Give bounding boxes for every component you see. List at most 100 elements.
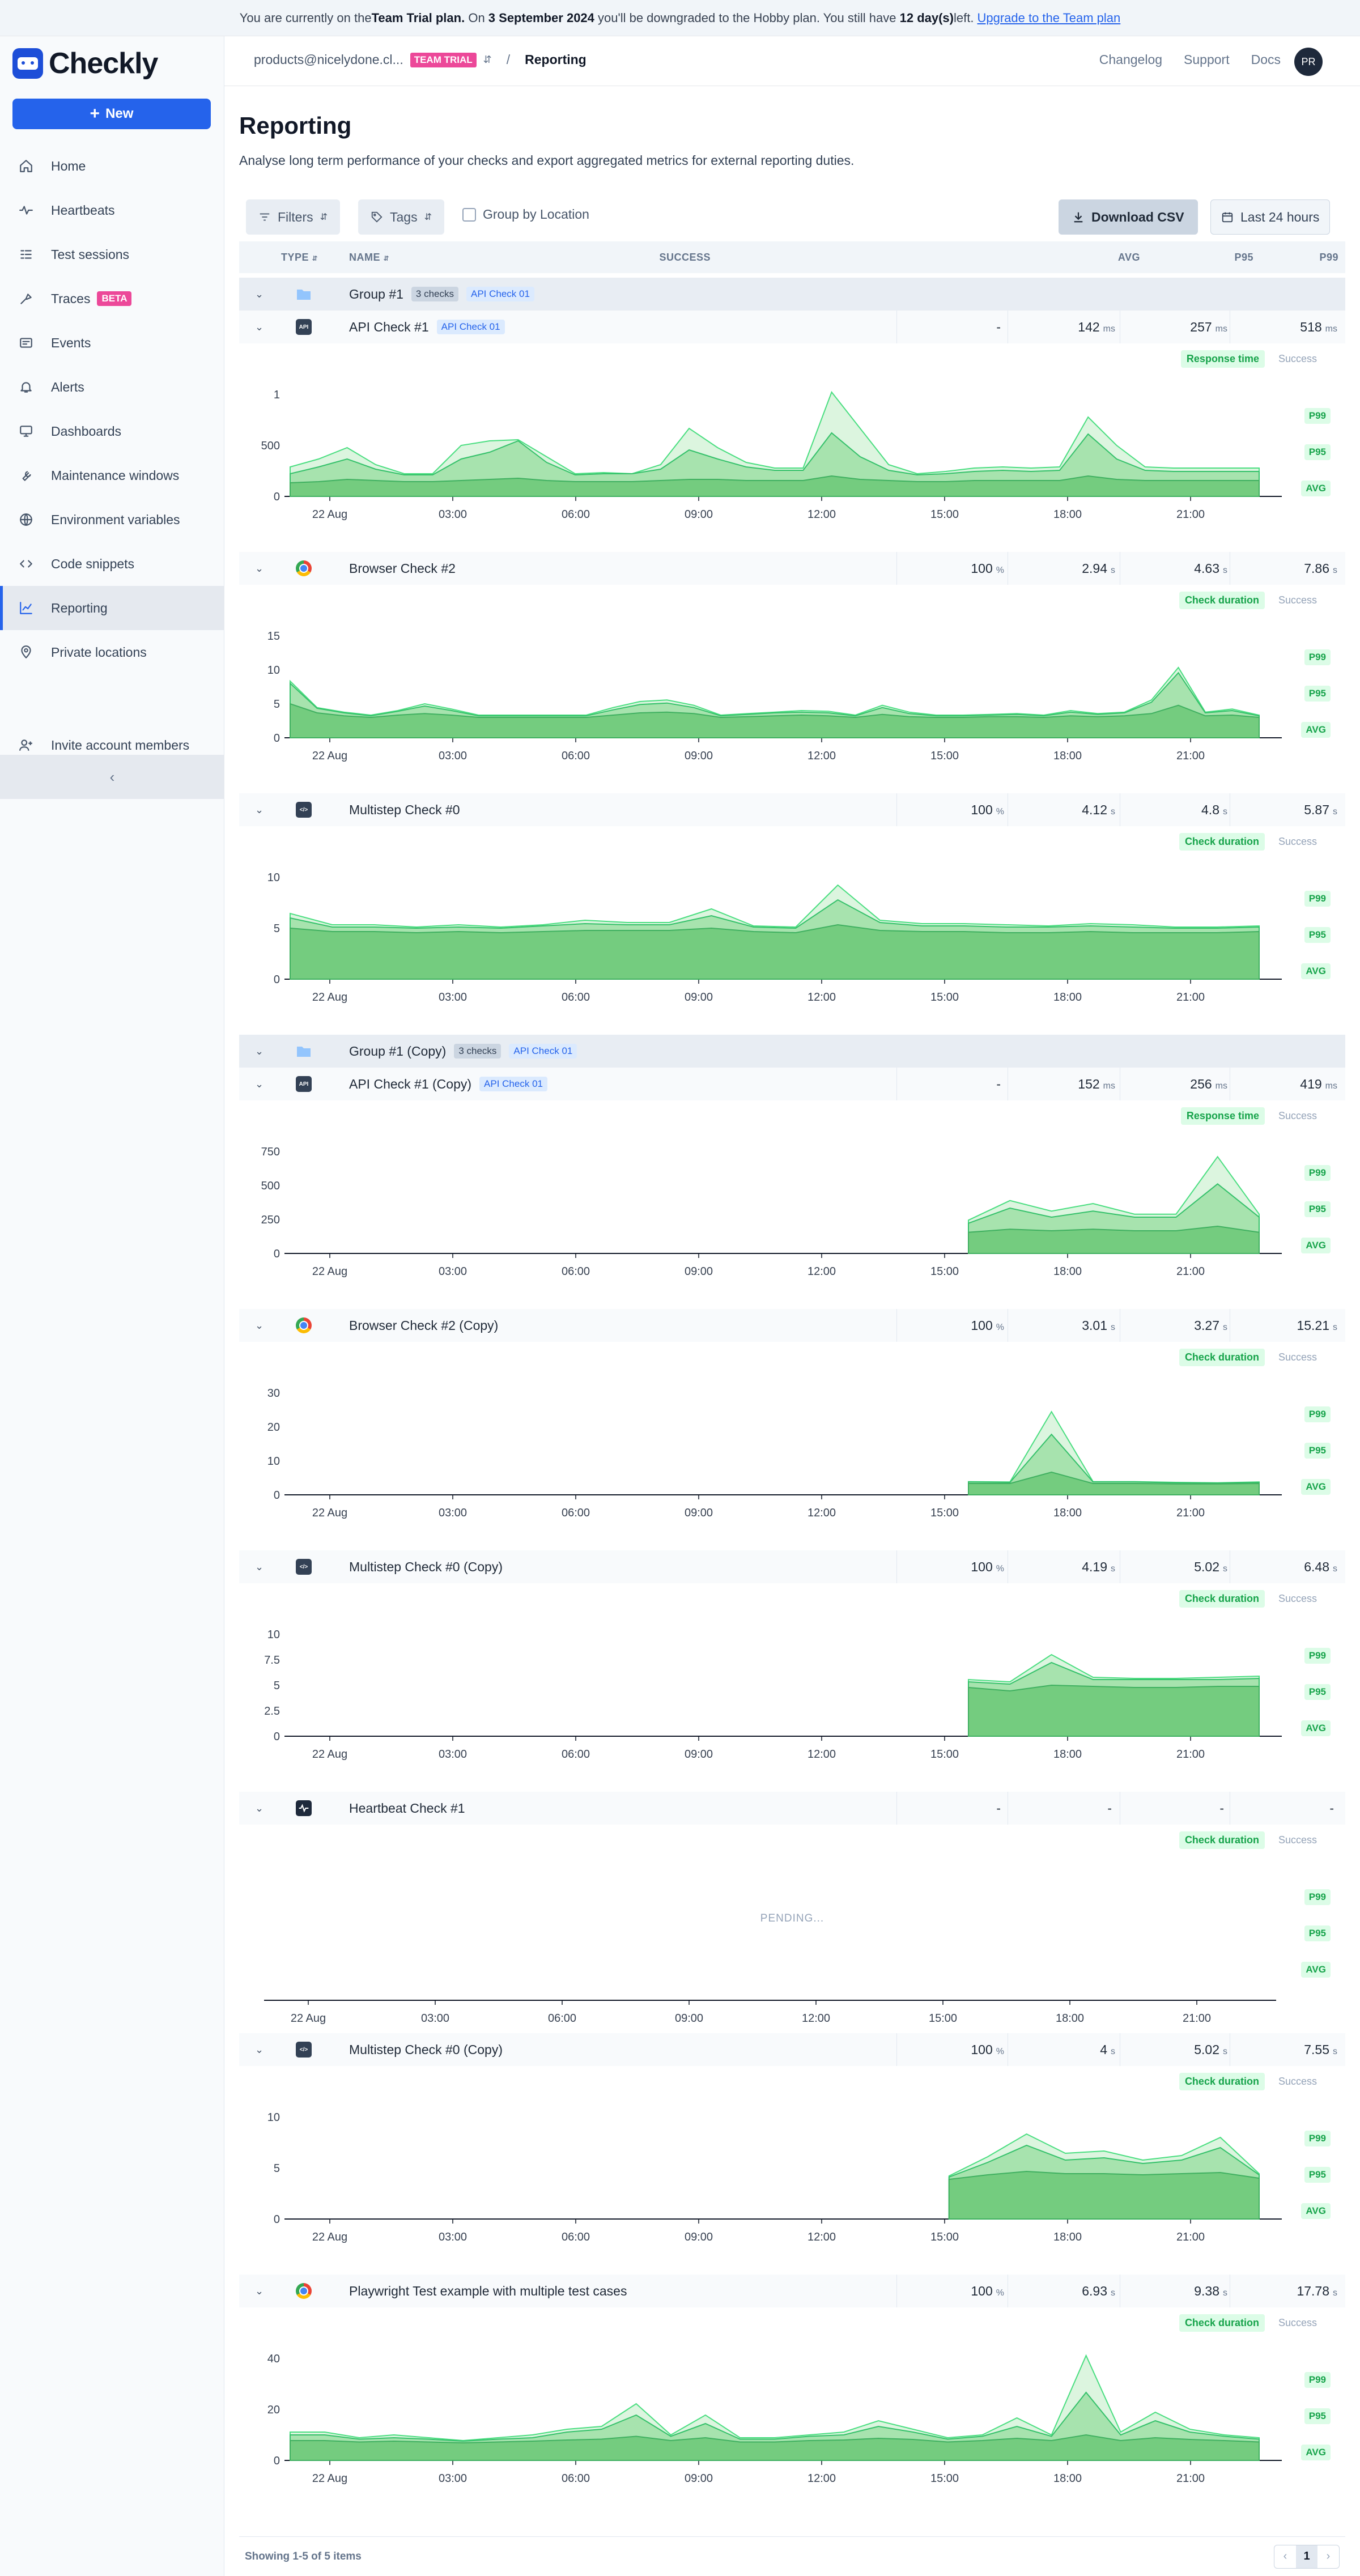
check-row[interactable]: ⌄APIAPI Check #1 (Copy)API Check 01-152m… [239, 1068, 1345, 1100]
tag-badge[interactable]: API Check 01 [466, 287, 534, 301]
legend-p95[interactable]: P95 [1304, 1201, 1331, 1217]
sidebar-item-environment-variables[interactable]: Environment variables [0, 498, 224, 542]
legend-p95[interactable]: P95 [1304, 927, 1331, 943]
chevron-down-icon[interactable]: ⌄ [255, 1320, 264, 1332]
col-success[interactable]: SUCCESS [659, 252, 711, 263]
date-range-picker[interactable]: Last 24 hours [1210, 199, 1330, 235]
filters-button[interactable]: Filters ⇵ [246, 199, 340, 235]
legend-avg[interactable]: AVG [1301, 1962, 1331, 1978]
col-p99[interactable]: P99 [1282, 252, 1338, 263]
chevron-down-icon[interactable]: ⌄ [255, 2285, 264, 2297]
legend-avg[interactable]: AVG [1301, 2445, 1331, 2460]
p99-cell: 15.21s [1235, 1318, 1337, 1333]
col-p95[interactable]: P95 [1197, 252, 1253, 263]
sidebar-item-code-snippets[interactable]: Code snippets [0, 542, 224, 586]
next-page-button[interactable]: › [1318, 2545, 1339, 2568]
legend-p99[interactable]: P99 [1304, 649, 1331, 665]
avatar[interactable]: PR [1294, 48, 1323, 76]
legend-p95[interactable]: P95 [1304, 686, 1331, 702]
sidebar-item-reporting[interactable]: Reporting [0, 586, 224, 630]
group-by-location-checkbox[interactable]: Group by Location [462, 207, 589, 222]
col-avg[interactable]: AVG [1083, 252, 1140, 263]
new-button[interactable]: + New [12, 99, 211, 129]
sidebar-item-alerts[interactable]: Alerts [0, 365, 224, 409]
docs-link[interactable]: Docs [1251, 52, 1281, 67]
account-switcher[interactable]: products@nicelydone.cl... TEAM TRIAL ⇵ /… [254, 52, 586, 67]
sidebar-item-private-locations[interactable]: Private locations [0, 630, 224, 674]
legend-p95[interactable]: P95 [1304, 2408, 1331, 2424]
y-tick-label: 5 [274, 923, 280, 935]
col-name[interactable]: NAME ⇵ [349, 252, 389, 263]
page-button[interactable]: 1 [1296, 2545, 1318, 2568]
api-check-icon: API [296, 1076, 312, 1092]
legend-p95[interactable]: P95 [1304, 444, 1331, 460]
legend-p99[interactable]: P99 [1304, 408, 1331, 424]
legend-p99[interactable]: P99 [1304, 1406, 1331, 1422]
check-row[interactable]: ⌄APIAPI Check #1API Check 01-142ms257ms5… [239, 311, 1345, 343]
pin-icon [17, 643, 35, 661]
legend-p99[interactable]: P99 [1304, 2372, 1331, 2388]
legend-avg[interactable]: AVG [1301, 2203, 1331, 2219]
check-chart: Response timeSuccessP99P95AVG02505007502… [239, 1100, 1345, 1309]
y-tick-label: 30 [267, 1387, 280, 1400]
upgrade-link[interactable]: Upgrade to the Team plan [977, 11, 1120, 25]
prev-page-button[interactable]: ‹ [1274, 2545, 1296, 2568]
legend-p99[interactable]: P99 [1304, 1889, 1331, 1905]
legend-avg[interactable]: AVG [1301, 1238, 1331, 1253]
legend-p95[interactable]: P95 [1304, 1443, 1331, 1459]
legend-p95[interactable]: P95 [1304, 1925, 1331, 1941]
check-row[interactable]: ⌄</>Multistep Check #0 (Copy)100%4s5.02s… [239, 2033, 1345, 2066]
check-row[interactable]: ⌄Browser Check #2100%2.94s4.63s7.86s [239, 552, 1345, 585]
row-name: Playwright Test example with multiple te… [349, 2284, 627, 2299]
chevron-down-icon[interactable]: ⌄ [255, 804, 264, 816]
chevron-down-icon[interactable]: ⌄ [255, 1045, 264, 1057]
check-row[interactable]: ⌄ Playwright Test example with multiple t… [239, 2275, 1345, 2307]
legend-p95[interactable]: P95 [1304, 1684, 1331, 1700]
cell-divider [896, 1309, 897, 1342]
tags-button[interactable]: Tags ⇵ [358, 199, 444, 235]
sidebar-item-home[interactable]: Home [0, 144, 224, 188]
changelog-link[interactable]: Changelog [1099, 52, 1162, 67]
x-tick-label: 15:00 [930, 1748, 959, 1761]
chevron-down-icon[interactable]: ⌄ [255, 1561, 264, 1573]
legend-p95[interactable]: P95 [1304, 2167, 1331, 2183]
legend-avg[interactable]: AVG [1301, 722, 1331, 738]
check-row[interactable]: ⌄</>Multistep Check #0 (Copy)100%4.19s5.… [239, 1550, 1345, 1583]
legend-p99[interactable]: P99 [1304, 891, 1331, 907]
legend-avg[interactable]: AVG [1301, 481, 1331, 496]
sidebar-item-events[interactable]: Events [0, 321, 224, 365]
tag-badge[interactable]: API Check 01 [437, 320, 505, 334]
collapse-sidebar-button[interactable]: ‹ [0, 755, 224, 799]
chevron-down-icon[interactable]: ⌄ [255, 321, 264, 333]
legend-avg[interactable]: AVG [1301, 1479, 1331, 1495]
chevron-down-icon[interactable]: ⌄ [255, 563, 264, 575]
check-row[interactable]: ⌄</>Multistep Check #0100%4.12s4.8s5.87s [239, 793, 1345, 826]
legend-p99[interactable]: P99 [1304, 1648, 1331, 1664]
sidebar-item-dashboards[interactable]: Dashboards [0, 409, 224, 453]
x-tick-label: 03:00 [439, 508, 467, 521]
chevron-down-icon[interactable]: ⌄ [255, 288, 264, 300]
group-row[interactable]: ⌄Group #1 (Copy)3 checksAPI Check 01 [239, 1035, 1345, 1068]
download-csv-button[interactable]: Download CSV [1059, 199, 1198, 235]
chevron-down-icon[interactable]: ⌄ [255, 1078, 264, 1090]
tag-badge[interactable]: API Check 01 [509, 1044, 577, 1059]
sidebar-item-maintenance-windows[interactable]: Maintenance windows [0, 453, 224, 498]
tag-badge[interactable]: API Check 01 [479, 1077, 547, 1091]
chevron-down-icon[interactable]: ⌄ [255, 2044, 264, 2056]
breadcrumb-current[interactable]: Reporting [525, 52, 586, 67]
sidebar-item-test-sessions[interactable]: Test sessions [0, 232, 224, 277]
sidebar-item-traces[interactable]: TracesBETA [0, 277, 224, 321]
chevron-down-icon[interactable]: ⌄ [255, 1803, 264, 1814]
legend-p99[interactable]: P99 [1304, 2131, 1331, 2146]
legend-avg[interactable]: AVG [1301, 1720, 1331, 1736]
group-row[interactable]: ⌄Group #13 checksAPI Check 01 [239, 278, 1345, 311]
checkbox-box[interactable] [462, 208, 476, 222]
checkly-logo[interactable]: Checkly [12, 46, 158, 80]
check-row[interactable]: ⌄Heartbeat Check #1---- [239, 1792, 1345, 1825]
col-type[interactable]: TYPE ⇵ [281, 252, 318, 263]
support-link[interactable]: Support [1184, 52, 1230, 67]
sidebar-item-heartbeats[interactable]: Heartbeats [0, 188, 224, 232]
legend-p99[interactable]: P99 [1304, 1165, 1331, 1181]
legend-avg[interactable]: AVG [1301, 963, 1331, 979]
check-row[interactable]: ⌄Browser Check #2 (Copy)100%3.01s3.27s15… [239, 1309, 1345, 1342]
